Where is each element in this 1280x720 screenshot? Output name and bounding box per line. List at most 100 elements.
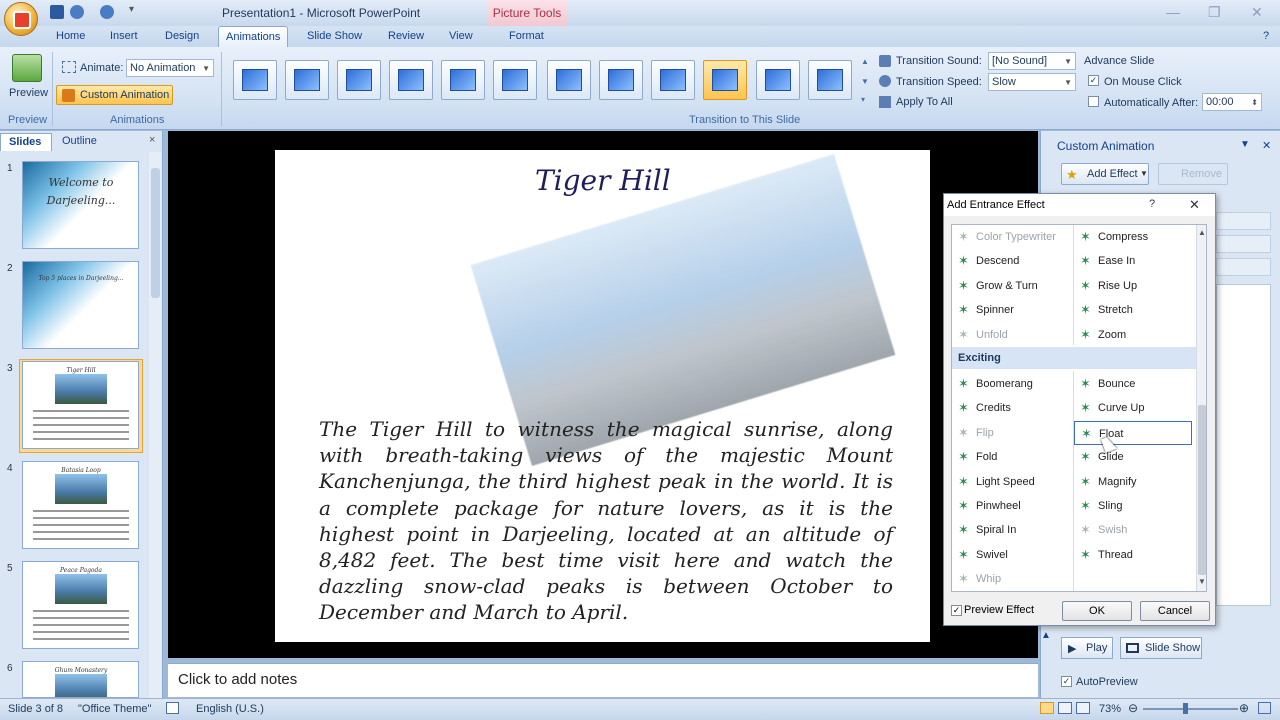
effect-swivel[interactable]: ✶ Swivel: [952, 543, 1069, 567]
preview-button[interactable]: Preview: [9, 87, 48, 99]
undo-icon[interactable]: [70, 5, 84, 19]
gallery-up-icon[interactable]: ▲: [861, 57, 869, 66]
slide-thumbnail-6[interactable]: Ghum Monastery: [22, 661, 139, 698]
on-mouse-click-checkbox[interactable]: ✓: [1088, 75, 1099, 86]
effect-spinner[interactable]: ✶ Spinner: [952, 298, 1069, 322]
slide-show-button[interactable]: Slide Show: [1120, 637, 1202, 659]
help-icon[interactable]: ?: [1263, 30, 1269, 42]
office-button[interactable]: [4, 2, 38, 36]
tab-slide-show[interactable]: Slide Show: [300, 26, 369, 47]
transition-effect-3[interactable]: [337, 60, 381, 100]
redo-icon[interactable]: [100, 5, 114, 19]
ok-button[interactable]: OK: [1062, 601, 1132, 621]
slide-thumbnail-4[interactable]: Batasia Loop: [22, 461, 139, 549]
qat-customize-icon[interactable]: ▾: [129, 4, 134, 15]
slide-body-text[interactable]: The Tiger Hill to witness the magical su…: [319, 416, 893, 626]
close-pane-icon[interactable]: ✕: [1262, 139, 1271, 152]
zoom-slider[interactable]: [1143, 708, 1238, 710]
preview-effect-checkbox[interactable]: ✓: [951, 605, 962, 616]
effect-grow-turn[interactable]: ✶ Grow & Turn: [952, 274, 1069, 298]
effect-glide[interactable]: ✶ Glide: [1074, 445, 1191, 469]
transition-effect-6[interactable]: [493, 60, 537, 100]
slide-thumbnail-5[interactable]: Peace Pagoda: [22, 561, 139, 649]
transition-effect-9[interactable]: [651, 60, 695, 100]
animation-list[interactable]: [1216, 284, 1271, 606]
effect-stretch[interactable]: ✶ Stretch: [1074, 298, 1191, 322]
transition-effect-8[interactable]: [599, 60, 643, 100]
normal-view-icon[interactable]: [1040, 702, 1054, 714]
cancel-button[interactable]: Cancel: [1140, 601, 1210, 621]
gallery-more-icon[interactable]: ▾: [861, 95, 865, 104]
automatically-after-checkbox[interactable]: [1088, 96, 1099, 107]
transition-speed-dropdown[interactable]: Slow ▼: [988, 73, 1076, 91]
effect-credits[interactable]: ✶ Credits: [952, 396, 1069, 420]
transition-sound-dropdown[interactable]: [No Sound] ▼: [988, 52, 1076, 70]
tab-review[interactable]: Review: [381, 26, 431, 47]
auto-time-spinner[interactable]: 00:00 ⬍: [1202, 93, 1262, 111]
apply-to-all-button[interactable]: Apply To All: [896, 96, 953, 108]
effect-compress[interactable]: ✶ Compress: [1074, 225, 1191, 249]
tab-format[interactable]: Format: [502, 26, 551, 47]
custom-animation-button[interactable]: Custom Animation: [56, 85, 173, 105]
animate-dropdown[interactable]: No Animation ▼: [126, 59, 214, 77]
slide-canvas[interactable]: Tiger Hill The Tiger Hill to witness the…: [275, 150, 930, 642]
scroll-up-icon[interactable]: ▲: [1198, 228, 1206, 237]
transition-effect-4[interactable]: [389, 60, 433, 100]
slide-thumbnail-2[interactable]: Top 5 places in Darjeeling...: [22, 261, 139, 349]
language[interactable]: English (U.S.): [196, 703, 264, 715]
slide-sorter-icon[interactable]: [1058, 702, 1072, 714]
effect-light-speed[interactable]: ✶ Light Speed: [952, 470, 1069, 494]
effect-list-scrollbar[interactable]: ▲ ▼: [1196, 225, 1206, 591]
tab-insert[interactable]: Insert: [103, 26, 145, 47]
effect-ease-in[interactable]: ✶ Ease In: [1074, 249, 1191, 273]
tab-home[interactable]: Home: [49, 26, 92, 47]
help-icon[interactable]: ?: [1149, 198, 1155, 210]
gallery-down-icon[interactable]: ▼: [861, 77, 869, 86]
transition-effect-5[interactable]: [441, 60, 485, 100]
slides-scroll-thumb[interactable]: [151, 168, 160, 298]
effect-sling[interactable]: ✶ Sling: [1074, 494, 1191, 518]
tab-design[interactable]: Design: [158, 26, 206, 47]
slide-show-view-icon[interactable]: [1076, 702, 1090, 714]
tab-view[interactable]: View: [442, 26, 480, 47]
zoom-out-icon[interactable]: ⊖: [1128, 701, 1138, 715]
transition-effect-2[interactable]: [285, 60, 329, 100]
transition-effect-10[interactable]: [703, 60, 747, 100]
transition-effect-11[interactable]: [756, 60, 800, 100]
save-icon[interactable]: [50, 5, 64, 19]
spell-check-icon[interactable]: [166, 702, 179, 714]
restore-icon[interactable]: ❐: [1208, 4, 1221, 21]
play-button[interactable]: ▶ Play: [1061, 637, 1113, 659]
preview-icon[interactable]: [12, 54, 42, 82]
effect-fold[interactable]: ✶ Fold: [952, 445, 1069, 469]
transition-effect-12[interactable]: [808, 60, 852, 100]
minimize-icon[interactable]: —: [1166, 4, 1180, 20]
effect-bounce[interactable]: ✶ Bounce: [1074, 372, 1191, 396]
transition-effect-1[interactable]: [233, 60, 277, 100]
effect-boomerang[interactable]: ✶ Boomerang: [952, 372, 1069, 396]
add-effect-button[interactable]: ★ Add Effect ▼: [1061, 163, 1149, 185]
fit-to-window-icon[interactable]: [1258, 702, 1271, 714]
transition-effect-7[interactable]: [547, 60, 591, 100]
slide-title[interactable]: Tiger Hill: [535, 164, 671, 197]
effect-curve-up[interactable]: ✶ Curve Up: [1074, 396, 1191, 420]
effect-pinwheel[interactable]: ✶ Pinwheel: [952, 494, 1069, 518]
close-pane-icon[interactable]: ×: [149, 134, 155, 146]
pane-menu-icon[interactable]: ▼: [1240, 139, 1250, 150]
effect-thread[interactable]: ✶ Thread: [1074, 543, 1191, 567]
notes-pane[interactable]: Click to add notes: [168, 663, 1038, 697]
scroll-thumb[interactable]: [1198, 405, 1206, 575]
close-icon[interactable]: ✕: [1189, 197, 1200, 213]
tab-animations[interactable]: Animations: [218, 26, 289, 47]
slide-thumbnail-1[interactable]: Welcome to Darjeeling...: [22, 161, 139, 249]
effect-spiral-in[interactable]: ✶ Spiral In: [952, 518, 1069, 542]
autopreview-checkbox[interactable]: ✓: [1061, 676, 1072, 687]
tab-outline[interactable]: Outline: [62, 135, 97, 147]
close-window-icon[interactable]: ✕: [1251, 4, 1263, 21]
zoom-in-icon[interactable]: ⊕: [1239, 701, 1249, 715]
zoom-level[interactable]: 73%: [1099, 703, 1121, 715]
effect-float[interactable]: ✶ Float: [1074, 420, 1192, 446]
zoom-slider-thumb[interactable]: [1183, 703, 1188, 714]
reorder-up-icon[interactable]: ▲: [1041, 630, 1051, 641]
effect-rise-up[interactable]: ✶ Rise Up: [1074, 274, 1191, 298]
